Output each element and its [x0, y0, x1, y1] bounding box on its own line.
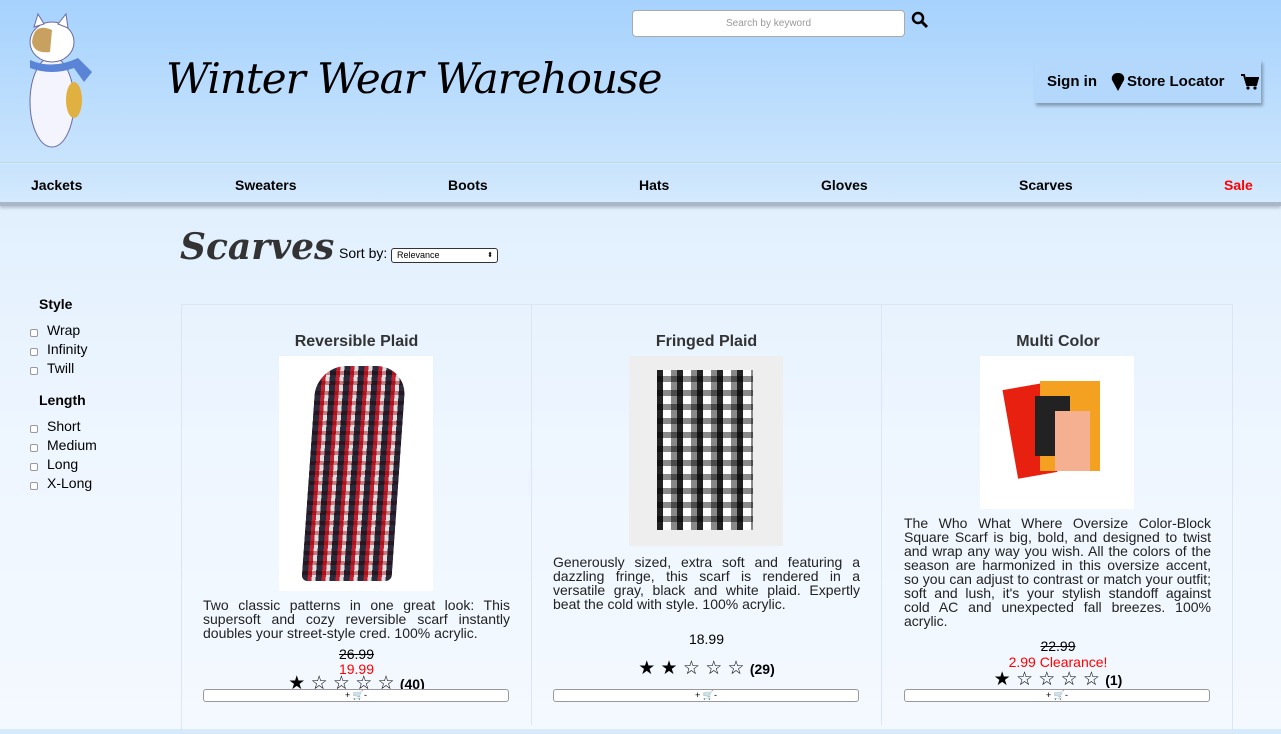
sign-in-link[interactable]: Sign in — [1047, 73, 1097, 90]
product-description: The Who What Where Oversize Color-Block … — [904, 515, 1211, 629]
checkbox[interactable] — [30, 481, 38, 490]
plus[interactable]: + — [345, 690, 350, 700]
filter-twill[interactable]: Twill — [30, 358, 97, 377]
minus[interactable]: - — [714, 690, 717, 700]
filter-long[interactable]: Long — [30, 454, 97, 473]
star-filled-icon: ★ — [993, 669, 1011, 690]
product-name[interactable]: Reversible Plaid — [182, 333, 531, 351]
filter-label: Twill — [47, 359, 75, 376]
checkbox[interactable] — [30, 347, 38, 356]
category-nav: Jackets Sweaters Boots Hats Gloves Scarv… — [0, 164, 1281, 206]
product-description: Two classic patterns in one great look: … — [203, 597, 510, 641]
filter-length-title: Length — [39, 392, 86, 408]
account-bar: Sign in Store Locator — [1034, 60, 1261, 103]
minus[interactable]: - — [364, 690, 367, 700]
product-card: Multi Color The Who What Where Oversize … — [883, 305, 1233, 725]
filter-label: Medium — [47, 436, 97, 453]
star-filled-icon: ★ ★ — [638, 658, 678, 679]
plus[interactable]: + — [695, 690, 700, 700]
filter-label: Long — [47, 455, 79, 472]
review-count[interactable]: (29) — [750, 661, 775, 677]
cat-mascot-logo[interactable] — [22, 12, 96, 150]
product-name[interactable]: Multi Color — [883, 333, 1233, 351]
nav-jackets[interactable]: Jackets — [31, 177, 82, 193]
nav-sale[interactable]: Sale — [1224, 177, 1253, 193]
nav-boots[interactable]: Boots — [448, 177, 488, 193]
store-locator-link[interactable]: Store Locator — [1127, 73, 1225, 90]
filter-infinity[interactable]: Infinity — [30, 339, 97, 358]
search-input[interactable]: Search by keyword — [632, 10, 905, 37]
checkbox[interactable] — [30, 328, 38, 337]
checkbox[interactable] — [30, 424, 38, 433]
add-to-cart-button[interactable]: + 🛒- — [553, 689, 859, 702]
sort-value: Relevance — [397, 250, 440, 260]
filter-label: Wrap — [47, 321, 81, 338]
add-to-cart-button[interactable]: + 🛒- — [203, 689, 509, 702]
header: Winter Wear Warehouse Search by keyword … — [0, 0, 1281, 163]
checkbox[interactable] — [30, 366, 38, 375]
product-image[interactable] — [980, 356, 1134, 509]
page-title: Scarves — [180, 226, 335, 268]
filter-label: X-Long — [47, 474, 93, 491]
product-description: Generously sized, extra soft and featuri… — [553, 554, 860, 612]
nav-sweaters[interactable]: Sweaters — [235, 177, 296, 193]
chevron-updown-icon: ⬍ — [487, 252, 493, 259]
search-icon[interactable] — [911, 11, 929, 29]
nav-scarves[interactable]: Scarves — [1019, 177, 1073, 193]
star-empty-icon: ☆ ☆ ☆ ☆ — [1010, 669, 1100, 690]
checkbox[interactable] — [30, 443, 38, 452]
nav-gloves[interactable]: Gloves — [821, 177, 868, 193]
minus[interactable]: - — [1065, 690, 1068, 700]
map-pin-icon — [1111, 72, 1125, 91]
site-title[interactable]: Winter Wear Warehouse — [166, 54, 662, 103]
product-image[interactable] — [629, 356, 783, 546]
price: 18.99 — [688, 631, 725, 647]
review-count[interactable]: (1) — [1105, 672, 1122, 688]
rating-stars: ★ ☆ ☆ ☆ ☆ (1) — [883, 670, 1233, 690]
original-price: 26.99 — [338, 646, 375, 662]
filter-x-long[interactable]: X-Long — [30, 473, 97, 492]
filter-short[interactable]: Short — [30, 416, 97, 435]
product-name[interactable]: Fringed Plaid — [532, 333, 881, 351]
clearance-price: 2.99 Clearance! — [1008, 654, 1108, 670]
add-to-cart-button[interactable]: + 🛒- — [904, 689, 1210, 702]
rating-stars: ★ ★ ☆ ☆ ☆ (29) — [532, 659, 881, 679]
product-card: Fringed Plaid Generously sized, extra so… — [532, 305, 882, 725]
checkbox[interactable] — [30, 462, 38, 471]
star-empty-icon: ☆ ☆ ☆ — [677, 658, 745, 679]
sort-label: Sort by: — [339, 245, 388, 261]
original-price: 22.99 — [1040, 638, 1076, 654]
sort-select[interactable]: Relevance ⬍ — [391, 248, 498, 263]
filter-label: Short — [47, 417, 81, 434]
filter-label: Infinity — [47, 340, 88, 357]
nav-hats[interactable]: Hats — [639, 177, 669, 193]
product-card: Reversible Plaid Two classic patterns in… — [182, 305, 532, 725]
plus[interactable]: + — [1046, 690, 1051, 700]
filter-medium[interactable]: Medium — [30, 435, 97, 454]
filter-style-title: Style — [39, 296, 73, 312]
product-image[interactable] — [279, 356, 433, 591]
cart-icon[interactable] — [1240, 73, 1259, 90]
filter-wrap[interactable]: Wrap — [30, 320, 97, 339]
product-grid: Reversible Plaid Two classic patterns in… — [181, 304, 1233, 734]
filters-sidebar: Style Wrap Infinity Twill Length Short M… — [30, 296, 97, 492]
